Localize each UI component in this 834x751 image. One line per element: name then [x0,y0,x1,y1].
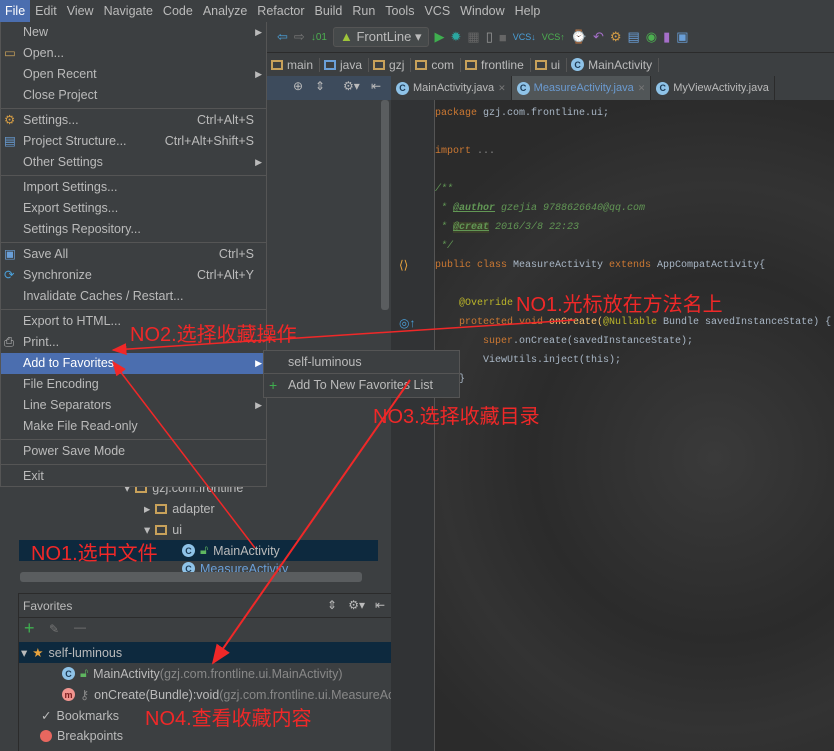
annotation-no3: NO3.选择收藏目录 [373,406,540,428]
annotation-no1-file: NO1.选中文件 [31,543,158,565]
annotation-no2: NO2.选择收藏操作 [130,324,297,346]
annotation-arrows [111,319,576,665]
arrow-file-to-no2 [112,360,256,549]
annotation-no1-cursor: NO1.光标放在方法名上 [516,294,723,316]
annotation-no4: NO4.查看收藏内容 [145,708,312,730]
